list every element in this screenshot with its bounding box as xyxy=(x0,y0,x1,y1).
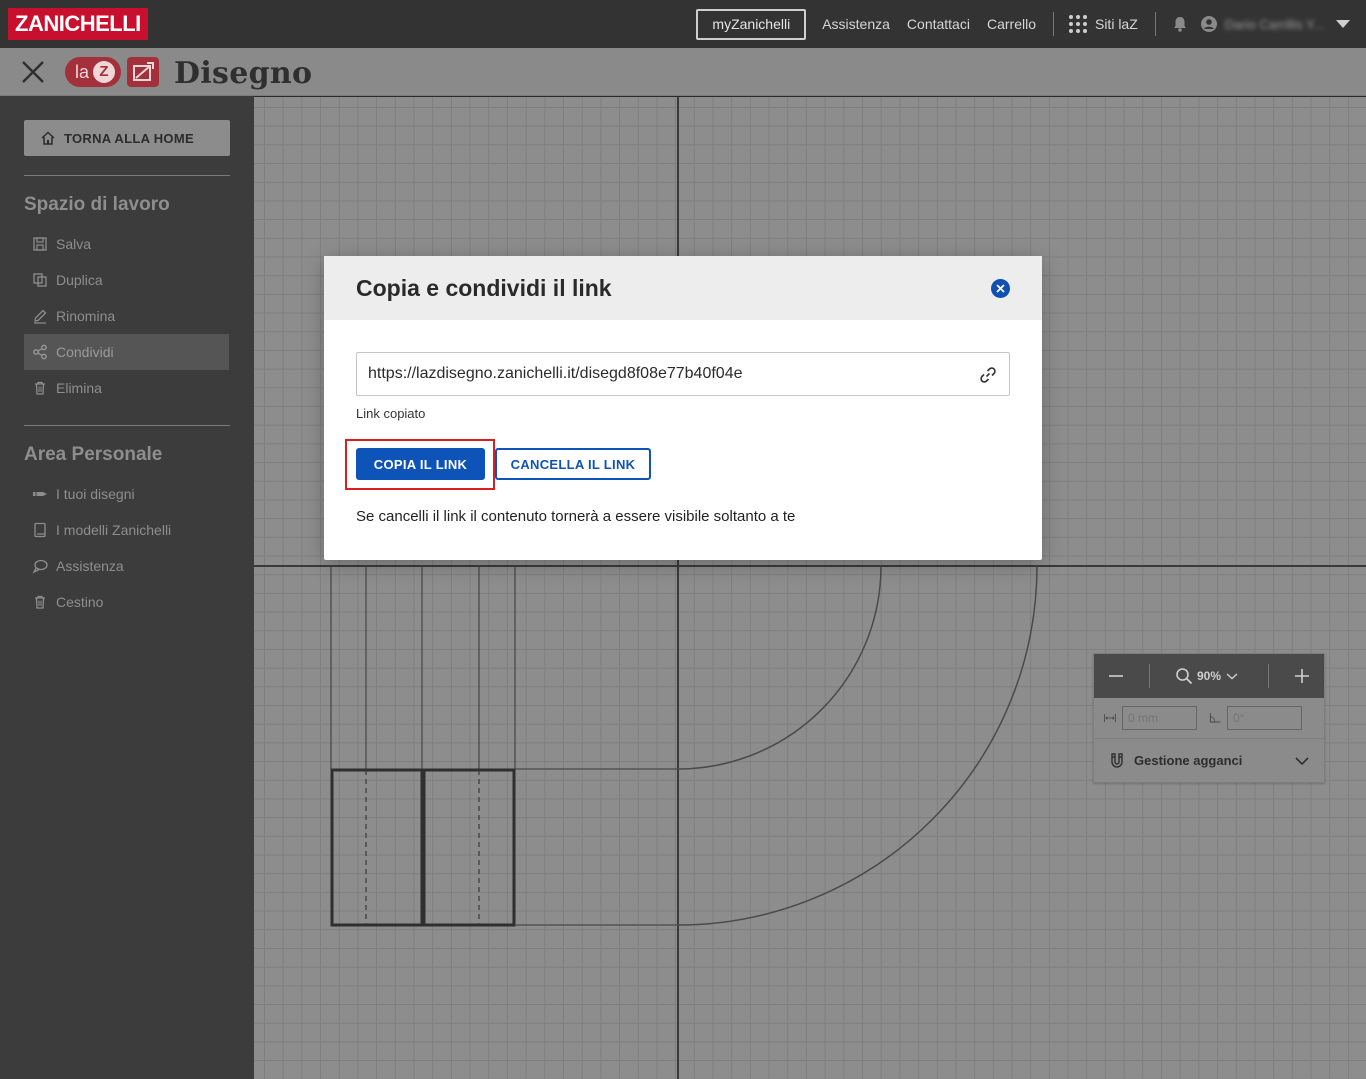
laz-logo-prefix: la xyxy=(75,61,90,82)
sidebar-item-cestino[interactable]: Cestino xyxy=(24,584,229,620)
top-bar: ZANICHELLI myZanichelli Assistenza Conta… xyxy=(0,0,1366,48)
divider xyxy=(24,175,230,176)
link-icon[interactable] xyxy=(978,365,998,385)
sidebar-item-label: Condividi xyxy=(56,344,114,360)
workspace-title: Spazio di lavoro xyxy=(24,194,170,215)
sidebar-item-label: I tuoi disegni xyxy=(56,486,135,502)
workspace-menu: Salva Duplica Rinomina Condividi Elimina xyxy=(24,226,229,406)
close-icon xyxy=(996,284,1005,293)
user-name[interactable]: Dario Carrillis Y... xyxy=(1225,17,1324,32)
sidebar-item-tuoi-disegni[interactable]: I tuoi disegni xyxy=(24,476,229,512)
zoom-toolbar: 90% xyxy=(1094,654,1324,698)
dialog-note: Se cancelli il link il contenuto tornerà… xyxy=(356,508,796,525)
sidebar-item-label: Salva xyxy=(56,236,92,252)
app-title: Disegno xyxy=(174,56,313,91)
help-icon xyxy=(32,559,48,574)
angle-input[interactable] xyxy=(1227,706,1302,730)
measure-row xyxy=(1094,698,1324,738)
dialog-header: Copia e condividi il link xyxy=(324,256,1042,320)
sidebar-item-label: Assistenza xyxy=(56,558,124,574)
zanichelli-logo[interactable]: ZANICHELLI xyxy=(8,8,148,40)
hooks-toggle[interactable]: Gestione agganci xyxy=(1094,738,1324,782)
contattaci-link[interactable]: Contattaci xyxy=(907,16,970,32)
share-link-dialog: Copia e condividi il link Link copiato C… xyxy=(324,256,1042,560)
pencil-drawing-icon xyxy=(33,492,47,496)
link-copied-status: Link copiato xyxy=(356,406,426,421)
divider xyxy=(24,425,230,426)
app-header: la Z Disegno xyxy=(0,48,1366,96)
my-zanichelli-button[interactable]: myZanichelli xyxy=(696,8,807,40)
share-link-field[interactable] xyxy=(356,352,1010,396)
sidebar-item-duplica[interactable]: Duplica xyxy=(24,262,229,298)
sidebar-item-salva[interactable]: Salva xyxy=(24,226,229,262)
laz-logo-z: Z xyxy=(93,61,116,83)
laz-logo: la Z xyxy=(65,57,160,87)
zoom-level-value: 90% xyxy=(1196,669,1221,683)
dialog-close-button[interactable] xyxy=(991,279,1010,298)
chevron-down-icon xyxy=(1226,673,1238,680)
sidebar-item-assistenza[interactable]: Assistenza xyxy=(24,548,229,584)
length-input[interactable] xyxy=(1122,706,1197,730)
magnet-icon xyxy=(1111,752,1123,768)
angle-icon xyxy=(1209,713,1221,723)
sidebar-item-condividi[interactable]: Condividi xyxy=(24,334,229,370)
home-button[interactable]: TORNA ALLA HOME xyxy=(24,120,230,156)
divider xyxy=(1148,664,1150,688)
sidebar-item-rinomina[interactable]: Rinomina xyxy=(24,298,229,334)
drawing-shapes xyxy=(254,97,1366,1079)
zoom-panel: 90% Gestione agganci xyxy=(1093,653,1325,783)
chevron-down-icon[interactable] xyxy=(1336,20,1350,28)
trash-icon xyxy=(35,381,45,395)
pencil-icon xyxy=(34,309,47,324)
apps-grid-icon[interactable] xyxy=(1068,15,1087,33)
sidebar-item-label: Rinomina xyxy=(56,308,116,324)
sidebar-item-label: Cestino xyxy=(56,594,104,610)
dialog-title: Copia e condividi il link xyxy=(356,274,612,301)
user-icon[interactable] xyxy=(1200,16,1217,32)
sidebar-item-label: Duplica xyxy=(56,272,103,288)
personal-area-title: Area Personale xyxy=(24,444,163,465)
zoom-level-select[interactable]: 90% xyxy=(1175,667,1243,685)
sidebar: TORNA ALLA HOME Spazio di lavoro Salva D… xyxy=(0,96,254,1079)
sidebar-item-label: I modelli Zanichelli xyxy=(56,522,172,538)
top-nav: myZanichelli Assistenza Contattaci Carre… xyxy=(696,0,1350,48)
share-icon xyxy=(33,344,47,360)
divider xyxy=(1267,664,1269,688)
delete-link-button[interactable]: CANCELLA IL LINK xyxy=(495,448,651,480)
drawing-canvas[interactable] xyxy=(254,97,1366,1079)
duplicate-icon xyxy=(33,273,47,287)
hooks-label: Gestione agganci xyxy=(1134,753,1243,768)
siti-laz-link[interactable]: Siti laZ xyxy=(1095,16,1138,32)
zoom-in-icon[interactable] xyxy=(1294,668,1310,684)
chevron-down-icon xyxy=(1295,756,1309,765)
assistenza-link[interactable]: Assistenza xyxy=(822,16,890,32)
zoom-out-icon[interactable] xyxy=(1108,668,1124,684)
save-icon xyxy=(33,237,47,251)
home-icon xyxy=(41,131,55,145)
personal-menu: I tuoi disegni I modelli Zanichelli Assi… xyxy=(24,476,229,620)
sidebar-item-label: Elimina xyxy=(56,380,102,396)
sidebar-item-modelli[interactable]: I modelli Zanichelli xyxy=(24,512,229,548)
copy-link-button[interactable]: COPIA IL LINK xyxy=(356,448,485,480)
home-button-label: TORNA ALLA HOME xyxy=(64,130,194,146)
drawing-app-icon xyxy=(127,57,160,87)
sidebar-item-elimina[interactable]: Elimina xyxy=(24,370,229,406)
divider xyxy=(1052,12,1054,36)
close-icon[interactable] xyxy=(20,59,46,85)
laz-pill: la Z xyxy=(65,57,122,87)
divider xyxy=(1154,12,1156,36)
share-link-input[interactable] xyxy=(368,365,958,383)
trash-icon xyxy=(35,595,45,609)
carrello-link[interactable]: Carrello xyxy=(987,16,1036,32)
search-icon xyxy=(1176,668,1193,685)
book-icon xyxy=(34,522,46,538)
length-icon xyxy=(1104,714,1116,722)
bell-icon[interactable] xyxy=(1171,15,1189,33)
